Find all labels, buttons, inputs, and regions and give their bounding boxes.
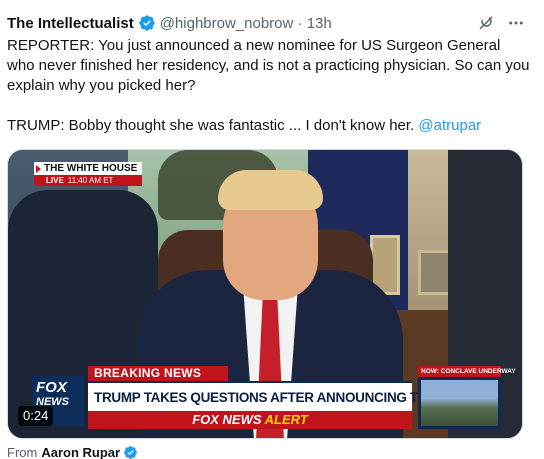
location-tag: THE WHITE HOUSE LIVE 11:40 AM ET xyxy=(34,162,142,186)
chyron-headline: TRUMP TAKES QUESTIONS AFTER ANNOUNCING T… xyxy=(88,381,494,411)
video-duration: 0:24 xyxy=(18,406,54,426)
tweet-timestamp[interactable]: 13h xyxy=(307,15,332,32)
tweet-text-reporter: REPORTER: You just announced a new nomin… xyxy=(7,37,530,94)
live-badge: LIVE 11:40 AM ET xyxy=(34,175,142,186)
author-handle[interactable]: @highbrow_nobrow xyxy=(160,15,294,32)
attribution-prefix: From xyxy=(7,445,38,459)
author-display-name[interactable]: The Intellectualist xyxy=(7,15,134,32)
attribution-line: From Aaron Rupar xyxy=(7,445,138,459)
side-box-image xyxy=(421,380,498,426)
tweet-text: REPORTER: You just announced a new nomin… xyxy=(7,36,532,136)
fox-news-alert: FOX NEWS ALERT xyxy=(88,411,412,429)
breaking-news-label: BREAKING NEWS xyxy=(88,366,228,381)
verified-badge-icon[interactable] xyxy=(138,14,156,32)
news-chyron: FOX NEWS BREAKING NEWS TRUMP TAKES QUESTI… xyxy=(32,366,522,438)
video-player[interactable]: THE WHITE HOUSE LIVE 11:40 AM ET FOX NEWS … xyxy=(7,149,523,439)
attribution-author[interactable]: Aaron Rupar xyxy=(41,445,120,459)
tweet-header: The Intellectualist @highbrow_nobrow · 1… xyxy=(7,12,537,34)
side-box-label: NOW: CONCLAVE UNDERWAY xyxy=(418,366,516,377)
tweet-text-trump: TRUMP: Bobby thought she was fantastic .… xyxy=(7,117,482,134)
mention-link[interactable]: @atrupar xyxy=(418,117,481,134)
time-separator: · xyxy=(297,14,303,32)
verified-badge-icon xyxy=(123,445,138,459)
header-actions xyxy=(477,14,537,32)
side-box: NOW: CONCLAVE UNDERWAY xyxy=(418,366,516,429)
tweet[interactable]: The Intellectualist @highbrow_nobrow · 1… xyxy=(0,0,544,459)
more-icon[interactable] xyxy=(507,14,525,32)
grok-icon[interactable] xyxy=(477,14,495,32)
location-title: THE WHITE HOUSE xyxy=(44,163,138,174)
